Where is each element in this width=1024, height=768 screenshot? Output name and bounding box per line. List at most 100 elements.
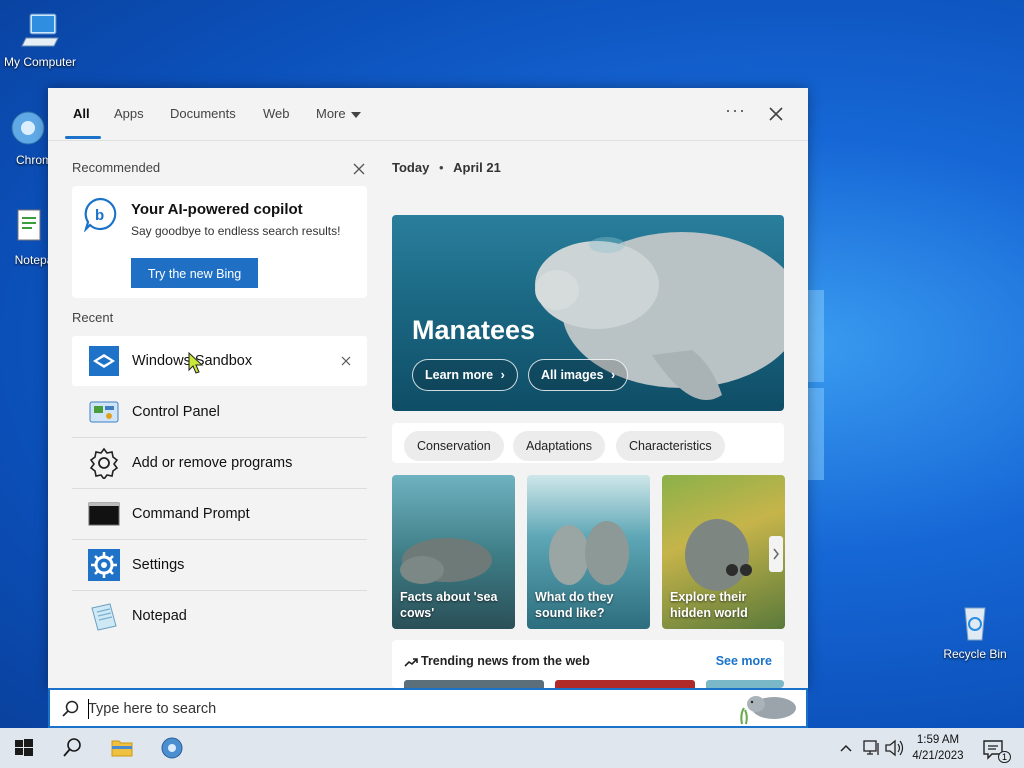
notepad-icon — [91, 603, 117, 631]
close-icon[interactable] — [766, 104, 786, 124]
browser-icon — [11, 111, 45, 145]
recent-heading: Recent — [72, 310, 114, 325]
desktop-icon-label: My Computer — [3, 55, 77, 69]
clock-time: 1:59 AM — [916, 734, 960, 746]
chevron-down-icon — [350, 111, 361, 118]
card-caption: Explore their hidden world — [670, 590, 748, 620]
all-images-label: All images — [541, 368, 604, 382]
trending-arrow-icon — [404, 658, 418, 667]
card-facts[interactable]: Facts about 'sea cows' — [392, 475, 515, 629]
tab-documents[interactable]: Documents — [170, 106, 236, 121]
today-date: April 21 — [453, 160, 501, 175]
taskbar: 1:59 AM 4/21/2023 1 — [0, 728, 1024, 768]
more-options-button[interactable]: ··· — [725, 100, 746, 121]
search-icon — [63, 738, 81, 757]
recent-list: Windows Sandbox Control Panel Add or rem… — [72, 336, 367, 641]
hero-card[interactable]: Manatees Learn more › All images › — [392, 215, 784, 411]
taskbar-search-box[interactable] — [48, 688, 808, 728]
desktop-icon-recycle-bin[interactable]: Recycle Bin — [935, 602, 1015, 661]
folder-icon — [111, 740, 133, 757]
news-thumbnail[interactable] — [555, 680, 695, 688]
windows-sandbox-icon — [89, 346, 119, 376]
carousel-next-button[interactable] — [769, 536, 783, 572]
text-cursor — [88, 699, 89, 719]
chevron-right-icon: › — [500, 368, 505, 382]
network-icon[interactable] — [862, 728, 882, 768]
learn-more-button[interactable]: Learn more › — [412, 359, 518, 391]
search-icon — [62, 700, 79, 717]
tab-all[interactable]: All — [73, 106, 90, 121]
tab-more[interactable]: More — [316, 106, 361, 121]
trending-title: Trending news from the web — [421, 654, 590, 668]
bullet-separator: • — [438, 160, 444, 175]
taskbar-search-button[interactable] — [48, 728, 96, 768]
command-prompt-icon — [88, 502, 120, 526]
recommended-card: b Your AI-powered copilot Say goodbye to… — [72, 186, 367, 298]
copilot-subtitle: Say goodbye to endless search results! — [131, 224, 341, 238]
card-explore[interactable]: Explore their hidden world — [662, 475, 785, 629]
recent-item-label: Add or remove programs — [132, 455, 293, 471]
computer-icon — [21, 13, 59, 47]
clock-date: 4/21/2023 — [912, 750, 964, 762]
windows-logo-icon — [15, 739, 33, 756]
settings-gear-icon — [88, 549, 120, 581]
chip-adaptations[interactable]: Adaptations — [513, 431, 606, 461]
active-tab-indicator — [65, 136, 101, 139]
search-tabs: All Apps Documents Web More ··· — [48, 88, 808, 141]
start-button[interactable] — [0, 728, 48, 768]
trending-news: Trending news from the web See more — [392, 640, 784, 688]
chevron-right-icon — [773, 548, 779, 560]
chip-characteristics[interactable]: Characteristics — [616, 431, 725, 461]
notification-count-badge: 1 — [998, 751, 1012, 763]
recent-item-label: Settings — [132, 557, 185, 573]
card-caption: What do they sound like? — [535, 590, 614, 620]
desktop-icon-my-computer[interactable]: My Computer — [0, 10, 80, 69]
recent-item-settings[interactable]: Settings — [72, 540, 367, 591]
recycle-bin-icon — [964, 607, 986, 641]
tab-apps[interactable]: Apps — [114, 106, 144, 121]
card-sound[interactable]: What do they sound like? — [527, 475, 650, 629]
recent-item-control-panel[interactable]: Control Panel — [72, 387, 367, 438]
dismiss-recommended-icon[interactable] — [352, 162, 366, 176]
all-images-button[interactable]: All images › — [528, 359, 629, 391]
svg-text:b: b — [95, 207, 104, 224]
taskbar-clock[interactable]: 1:59 AM 4/21/2023 — [900, 732, 976, 764]
recent-item-command-prompt[interactable]: Command Prompt — [72, 489, 367, 540]
browser-taskbar-button[interactable] — [148, 728, 196, 768]
file-explorer-button[interactable] — [98, 728, 146, 768]
left-column: Recommended b Your AI-powered copilot Sa… — [72, 160, 367, 631]
right-column: Today • April 21 Manatees Learn more › A… — [392, 160, 785, 688]
tab-more-label: More — [316, 106, 346, 121]
desktop-icon-label: Recycle Bin — [943, 647, 1007, 661]
copilot-title: Your AI-powered copilot — [131, 201, 303, 218]
recent-item-label: Notepad — [132, 608, 187, 624]
try-bing-button[interactable]: Try the new Bing — [131, 258, 258, 288]
gear-outline-icon — [89, 447, 119, 479]
notepad-file-icon — [17, 209, 41, 241]
notifications-button[interactable]: 1 — [980, 728, 1012, 768]
chevron-up-icon[interactable] — [838, 728, 854, 768]
bing-chat-icon: b — [83, 197, 117, 232]
manatee-illustration-icon — [740, 696, 796, 725]
news-thumbnail[interactable] — [706, 680, 784, 688]
recent-item-add-remove-programs[interactable]: Add or remove programs — [72, 438, 367, 489]
learn-more-label: Learn more — [425, 368, 494, 382]
chip-conservation[interactable]: Conservation — [404, 431, 504, 461]
recent-item-notepad[interactable]: Notepad — [72, 591, 367, 641]
hero-title: Manatees — [412, 315, 536, 345]
news-thumbnail[interactable] — [404, 680, 544, 688]
tab-web[interactable]: Web — [263, 106, 290, 121]
search-input[interactable] — [88, 697, 688, 721]
recent-item-windows-sandbox[interactable]: Windows Sandbox — [72, 336, 367, 386]
chevron-right-icon: › — [611, 368, 616, 382]
see-more-link[interactable]: See more — [716, 654, 772, 668]
recommended-heading: Recommended — [72, 160, 161, 175]
remove-icon[interactable] — [341, 356, 351, 366]
browser-icon — [161, 737, 183, 759]
recent-item-label: Control Panel — [132, 404, 220, 420]
mouse-cursor-icon — [188, 352, 204, 374]
search-panel: All Apps Documents Web More ··· Recommen… — [48, 88, 808, 688]
control-panel-icon — [89, 401, 119, 423]
topic-chips: Conservation Adaptations Characteristics — [392, 423, 784, 463]
today-label: Today — [392, 160, 430, 175]
